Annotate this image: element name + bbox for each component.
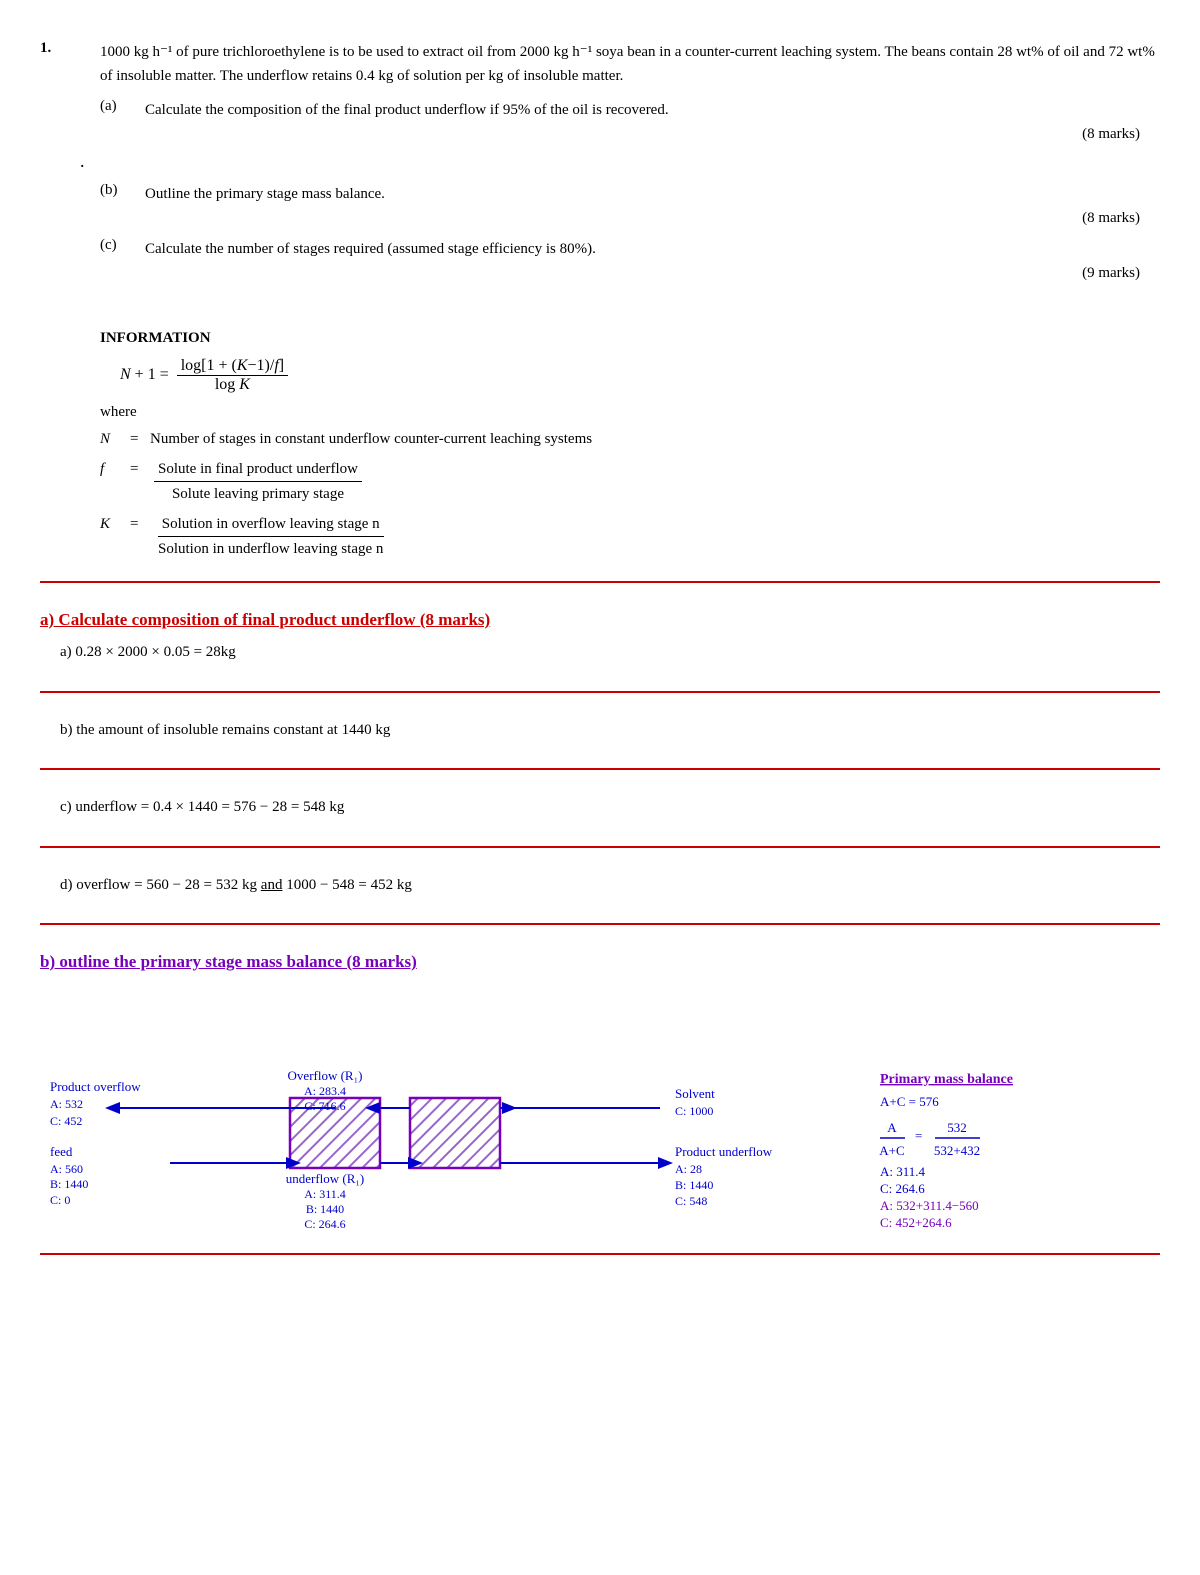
sub-label-a: (a) bbox=[100, 98, 145, 122]
solvent-C: C: 1000 bbox=[675, 1104, 713, 1118]
sub-question-a: (a) Calculate the composition of the fin… bbox=[100, 98, 1160, 122]
pmb-title: Primary mass balance bbox=[880, 1072, 1013, 1087]
product-underflow-A: A: 28 bbox=[675, 1162, 702, 1176]
info-title: INFORMATION bbox=[100, 330, 1100, 347]
K-fraction: Solution in overflow leaving stage n Sol… bbox=[154, 512, 387, 561]
red-divider-a2 bbox=[40, 768, 1160, 770]
pmb-frac2-denom: 532+432 bbox=[934, 1143, 980, 1158]
pmb-line1: A+C = 576 bbox=[880, 1094, 939, 1109]
answer-section-a-step2: b) the amount of insoluble remains const… bbox=[40, 708, 1160, 754]
f-denom: Solute leaving primary stage bbox=[168, 482, 348, 506]
def-text-f: Solute in final product underflow Solute… bbox=[150, 457, 1100, 506]
pmb-frac-denom: A+C bbox=[879, 1143, 904, 1158]
pmb-frac-numer: A bbox=[887, 1120, 897, 1135]
product-overflow-C: C: 452 bbox=[50, 1114, 82, 1128]
red-divider-bottom bbox=[40, 1253, 1160, 1255]
underflow-r1-label: underflow (R₁) bbox=[286, 1171, 365, 1186]
formula-numer: log[1 + (K−1)/f] bbox=[177, 357, 288, 376]
red-divider-a3 bbox=[40, 846, 1160, 848]
pmb-A-calc: A: 532+311.4−560 bbox=[880, 1198, 979, 1213]
formula-block: N + 1 = log[1 + (K−1)/f] log K bbox=[120, 357, 1100, 394]
process-diagram: Overflow (R₁) A: 283.4 C: 716.6 Product … bbox=[40, 1008, 1160, 1228]
dot-separator: . bbox=[80, 151, 1160, 172]
product-overflow-label: Product overflow bbox=[50, 1079, 141, 1094]
answer-step-a4: d) overflow = 560 − 28 = 532 kg and 1000… bbox=[60, 873, 1160, 899]
sub-text-a: Calculate the composition of the final p… bbox=[145, 98, 1160, 122]
product-underflow-B: B: 1440 bbox=[675, 1178, 713, 1192]
answer-heading-b: b) outline the primary stage mass balanc… bbox=[40, 952, 1160, 972]
def-f: f = Solute in final product underflow So… bbox=[100, 457, 1100, 506]
overflow-r1-C: C: 716.6 bbox=[304, 1099, 345, 1113]
pmb-C-calc: C: 452+264.6 bbox=[880, 1215, 952, 1228]
product-underflow-label: Product underflow bbox=[675, 1144, 773, 1159]
sub-label-c: (c) bbox=[100, 237, 145, 261]
def-eq-f: = bbox=[130, 457, 150, 506]
def-text-N: Number of stages in constant underflow c… bbox=[150, 427, 1100, 451]
answer-step-a2: b) the amount of insoluble remains const… bbox=[60, 718, 1160, 744]
feed-B: B: 1440 bbox=[50, 1177, 88, 1191]
pmb-A-val: A: 311.4 bbox=[880, 1164, 926, 1179]
overflow-r1-A: A: 283.4 bbox=[304, 1084, 346, 1098]
product-underflow-C: C: 548 bbox=[675, 1194, 707, 1208]
question-number: 1. bbox=[40, 40, 100, 88]
def-text-K: Solution in overflow leaving stage n Sol… bbox=[150, 512, 1100, 561]
f-fraction: Solute in final product underflow Solute… bbox=[154, 457, 362, 506]
formula-denom: log K bbox=[211, 376, 254, 394]
underflow-r1-C: C: 264.6 bbox=[304, 1217, 345, 1228]
sub-text-b: Outline the primary stage mass balance. bbox=[145, 182, 1160, 206]
red-divider-a1 bbox=[40, 691, 1160, 693]
answer-section-b: b) outline the primary stage mass balanc… bbox=[40, 940, 1160, 988]
underflow-r1-A: A: 311.4 bbox=[304, 1187, 346, 1201]
def-eq-N: = bbox=[130, 427, 150, 451]
overflow-r1-label: Overflow (R₁) bbox=[288, 1068, 363, 1083]
solvent-label: Solvent bbox=[675, 1086, 715, 1101]
K-numer: Solution in overflow leaving stage n bbox=[158, 512, 384, 537]
formula-fraction: log[1 + (K−1)/f] log K bbox=[177, 357, 288, 394]
solvent-arrowhead bbox=[502, 1102, 517, 1114]
answer-step-a1: a) 0.28 × 2000 × 0.05 = 28kg bbox=[60, 640, 1160, 666]
def-eq-K: = bbox=[130, 512, 150, 561]
answer-section-a-step4: d) overflow = 560 − 28 = 532 kg and 1000… bbox=[40, 863, 1160, 909]
red-divider-a4 bbox=[40, 923, 1160, 925]
product-underflow-arrowhead bbox=[658, 1157, 673, 1169]
def-var-N: N bbox=[100, 427, 130, 451]
answer-section-a-step3: c) underflow = 0.4 × 1440 = 576 − 28 = 5… bbox=[40, 785, 1160, 831]
def-K: K = Solution in overflow leaving stage n… bbox=[100, 512, 1100, 561]
sub-question-c: (c) Calculate the number of stages requi… bbox=[100, 237, 1160, 261]
def-N: N = Number of stages in constant underfl… bbox=[100, 427, 1100, 451]
marks-a: (8 marks) bbox=[40, 126, 1140, 143]
sub-text-c: Calculate the number of stages required … bbox=[145, 237, 1160, 261]
question-text: 1000 kg h⁻¹ of pure trichloroethylene is… bbox=[100, 40, 1160, 88]
where-label: where bbox=[100, 404, 1100, 421]
overflow-arrowhead bbox=[105, 1102, 120, 1114]
f-numer: Solute in final product underflow bbox=[154, 457, 362, 482]
pmb-frac2-numer: 532 bbox=[947, 1120, 967, 1135]
diagram-wrapper: Overflow (R₁) A: 283.4 C: 716.6 Product … bbox=[40, 998, 1160, 1238]
K-denom: Solution in underflow leaving stage n bbox=[154, 537, 387, 561]
red-divider-1 bbox=[40, 581, 1160, 583]
def-var-f: f bbox=[100, 457, 130, 506]
answer-heading-a: a) Calculate composition of final produc… bbox=[40, 610, 1160, 630]
question-row: 1. 1000 kg h⁻¹ of pure trichloroethylene… bbox=[40, 40, 1160, 88]
answer-step-a3: c) underflow = 0.4 × 1440 = 576 − 28 = 5… bbox=[60, 795, 1160, 821]
feed-C: C: 0 bbox=[50, 1193, 70, 1207]
product-overflow-A: A: 532 bbox=[50, 1097, 83, 1111]
marks-b: (8 marks) bbox=[40, 210, 1140, 227]
underflow-r1-B: B: 1440 bbox=[306, 1202, 344, 1216]
sub-label-b: (b) bbox=[100, 182, 145, 206]
sub-question-b: (b) Outline the primary stage mass balan… bbox=[100, 182, 1160, 206]
def-var-K: K bbox=[100, 512, 130, 561]
feed-label: feed bbox=[50, 1144, 73, 1159]
marks-c: (9 marks) bbox=[40, 265, 1140, 282]
question-section: 1. 1000 kg h⁻¹ of pure trichloroethylene… bbox=[40, 30, 1160, 310]
feed-A: A: 560 bbox=[50, 1162, 83, 1176]
pmb-C-val: C: 264.6 bbox=[880, 1181, 925, 1196]
stage-box-right bbox=[410, 1098, 500, 1168]
answer-section-a: a) Calculate composition of final produc… bbox=[40, 598, 1160, 676]
where-block: where N = Number of stages in constant u… bbox=[100, 404, 1100, 561]
pmb-frac-eq: = bbox=[915, 1128, 922, 1143]
information-block: INFORMATION N + 1 = log[1 + (K−1)/f] log… bbox=[100, 330, 1100, 561]
